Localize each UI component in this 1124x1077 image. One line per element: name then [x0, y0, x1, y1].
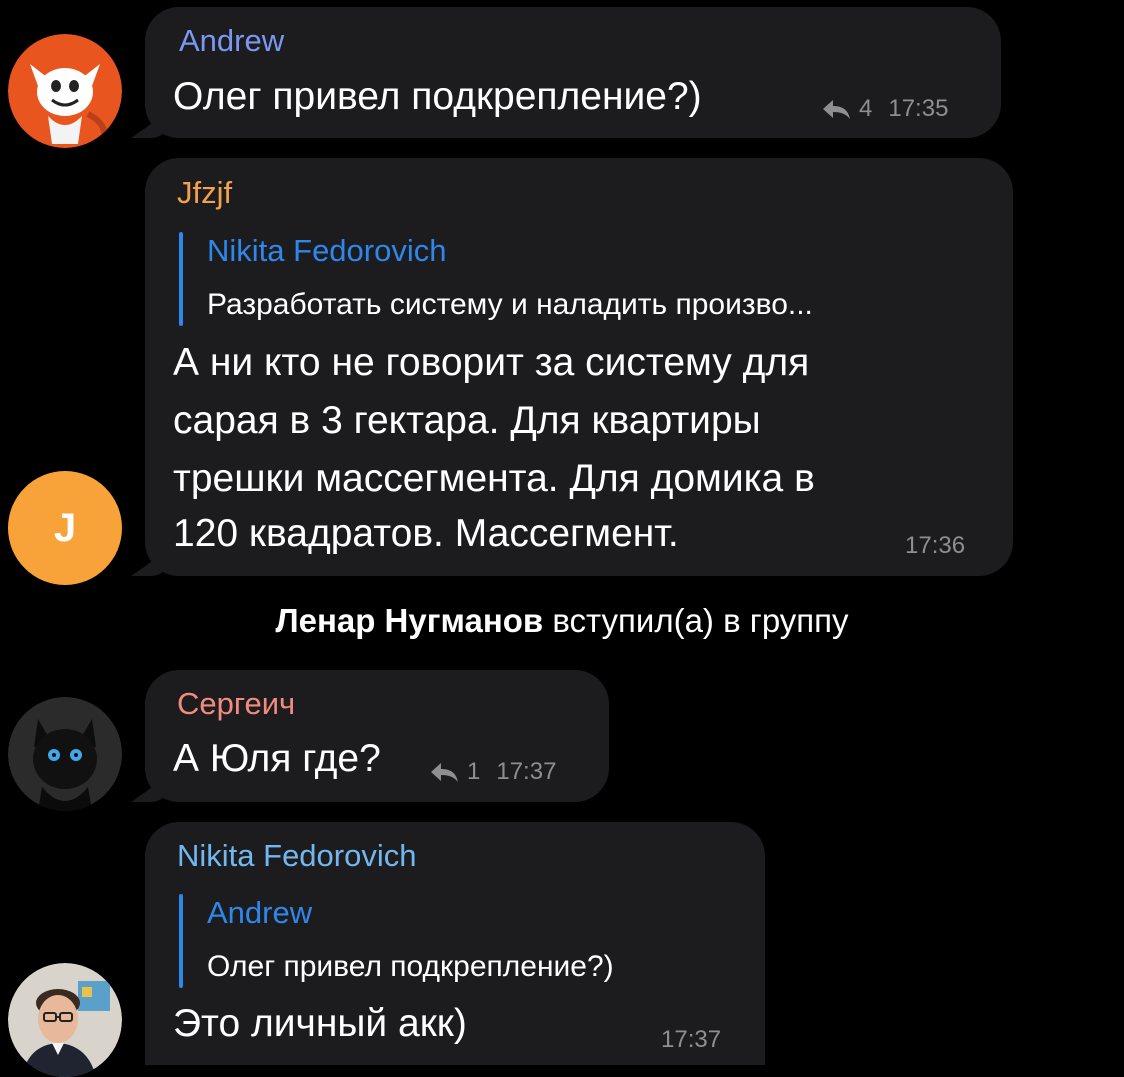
- message-text-line-1: А ни кто не говорит за систему для: [173, 341, 810, 384]
- reply-quote[interactable]: Nikita Fedorovich Разработать систему и …: [179, 230, 813, 328]
- avatar-andrew[interactable]: [8, 34, 122, 148]
- message-meta: 17:36: [905, 532, 965, 560]
- service-message: Ленар Нугманов вступил(а) в группу: [0, 596, 1124, 646]
- message-text: Это личный акк): [173, 1002, 467, 1045]
- sender-name[interactable]: Andrew: [179, 23, 284, 59]
- message-meta: 17:37: [661, 1026, 721, 1054]
- man-with-glasses-avatar-icon: [8, 963, 122, 1077]
- avatar-nikita-fedorovich[interactable]: [8, 963, 122, 1077]
- reply-count[interactable]: 4: [859, 95, 872, 123]
- message-time: 17:37: [496, 758, 557, 785]
- sender-name[interactable]: Сергеич: [177, 686, 295, 722]
- fox-avatar-icon: [8, 34, 122, 148]
- service-user-name[interactable]: Ленар Нугманов: [275, 602, 543, 639]
- sender-name[interactable]: Nikita Fedorovich: [177, 838, 416, 874]
- quote-text: Разработать систему и наладить произво..…: [207, 288, 813, 321]
- message-bubble-jfzjf[interactable]: Jfzjf Nikita Fedorovich Разработать сист…: [131, 158, 1013, 576]
- reply-arrow-icon: [821, 98, 851, 120]
- message-meta: 4 17:35: [821, 95, 948, 123]
- quote-author: Andrew: [207, 895, 313, 930]
- message-text: Олег привел подкрепление?): [173, 75, 702, 118]
- quote-text: Олег привел подкрепление?): [207, 950, 614, 983]
- message-text-line-3: трешки массегмента. Для домика в: [173, 457, 815, 500]
- quote-author: Nikita Fedorovich: [207, 233, 447, 268]
- quote-bar: [179, 232, 183, 326]
- message-time: 17:36: [905, 532, 966, 559]
- reply-quote[interactable]: Andrew Олег привел подкрепление?): [179, 892, 614, 990]
- avatar-letter: J: [53, 506, 77, 550]
- sender-name[interactable]: Jfzjf: [177, 175, 232, 211]
- message-bubble-nikita[interactable]: Nikita Fedorovich Andrew Олег привел под…: [145, 822, 765, 1065]
- reply-count[interactable]: 1: [467, 758, 480, 786]
- service-action: вступил(а) в группу: [552, 602, 849, 639]
- black-cat-avatar-icon: [8, 697, 122, 811]
- message-text-line-4: 120 квадратов. Массегмент.: [173, 512, 679, 555]
- bubble-tail: [131, 548, 171, 576]
- message-text-line-2: сарая в 3 гектара. Для квартиры: [173, 399, 761, 442]
- message-meta: 1 17:37: [429, 758, 556, 786]
- bubble-tail: [131, 774, 171, 802]
- bubble-tail: [131, 110, 171, 138]
- message-text: А Юля где?: [173, 737, 381, 780]
- avatar-sergeich[interactable]: [8, 697, 122, 811]
- avatar-jfzjf[interactable]: J: [8, 471, 122, 585]
- message-bubble-sergeich[interactable]: Сергеич А Юля где? 1 17:37: [131, 670, 609, 802]
- quote-bar: [179, 894, 183, 988]
- message-bubble-andrew[interactable]: Andrew Олег привел подкрепление?) 4 17:3…: [131, 7, 1001, 138]
- message-time: 17:35: [888, 95, 949, 122]
- reply-arrow-icon: [429, 761, 459, 783]
- message-time: 17:37: [661, 1026, 722, 1053]
